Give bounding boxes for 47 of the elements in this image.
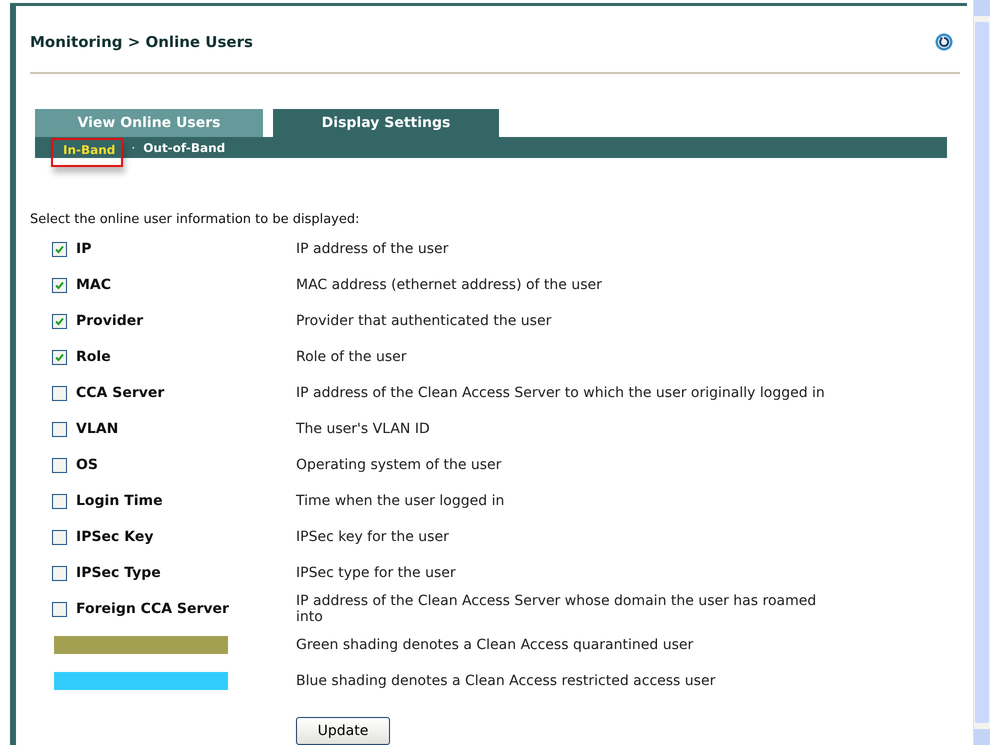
checkbox[interactable] — [52, 566, 67, 580]
checkbox[interactable] — [52, 314, 67, 328]
checkbox[interactable] — [52, 422, 67, 436]
field-label: OS — [76, 457, 98, 473]
checkbox[interactable] — [52, 242, 67, 256]
checkbox[interactable] — [52, 278, 67, 292]
field-description: IPSec type for the user — [296, 564, 457, 583]
update-button[interactable]: Update — [296, 717, 390, 745]
field-label: IPSec Type — [76, 565, 161, 581]
checkbox[interactable] — [52, 602, 67, 616]
checkbox[interactable] — [52, 386, 67, 400]
field-description: IPSec key for the user — [296, 528, 450, 547]
subtab-link[interactable]: Out-of-Band — [143, 140, 226, 154]
field-description: IP address of the user — [296, 240, 450, 259]
checkbox[interactable] — [52, 494, 67, 508]
checkbox[interactable] — [52, 350, 67, 364]
checkmark-icon — [54, 316, 65, 326]
field-description: Time when the user logged in — [296, 492, 506, 511]
field-label: VLAN — [76, 421, 118, 437]
breadcrumb: Monitoring > Online Users — [30, 33, 253, 51]
checkbox[interactable] — [52, 530, 67, 544]
separator-dot: · — [131, 140, 136, 154]
field-description: The user's VLAN ID — [296, 420, 431, 439]
checkmark-icon — [54, 352, 65, 362]
field-description: Role of the user — [296, 348, 408, 367]
field-label: MAC — [76, 277, 112, 293]
field-description: IP address of the Clean Access Server whose domain the user has roamed into — [296, 592, 818, 627]
field-label: IP — [76, 241, 92, 257]
field-description: Operating system of the user — [296, 456, 502, 475]
tab[interactable]: Display Settings — [273, 109, 499, 137]
field-label: CCA Server — [76, 385, 164, 401]
field-label: IPSec Key — [76, 529, 154, 545]
field-description: MAC address (ethernet address) of the user — [296, 276, 603, 295]
legend-description: Blue shading denotes a Clean Access restricted access user — [296, 672, 716, 691]
checkbox[interactable] — [52, 458, 67, 472]
field-description: IP address of the Clean Access Server to which the user originally logged in — [296, 384, 826, 403]
legend-description: Green shading denotes a Clean Access quarantined user — [296, 636, 694, 655]
field-label: Foreign CCA Server — [76, 601, 229, 617]
instruction-text: Select the online user information to be displayed: — [30, 212, 360, 227]
checkmark-icon — [54, 244, 65, 254]
field-label: Provider — [76, 313, 144, 329]
field-label: Login Time — [76, 493, 163, 509]
refresh-icon[interactable] — [935, 33, 953, 51]
field-description: Provider that authenticated the user — [296, 312, 552, 331]
field-label: Role — [76, 349, 111, 365]
subtab-link[interactable]: In-Band — [63, 143, 116, 157]
checkmark-icon — [54, 280, 65, 290]
